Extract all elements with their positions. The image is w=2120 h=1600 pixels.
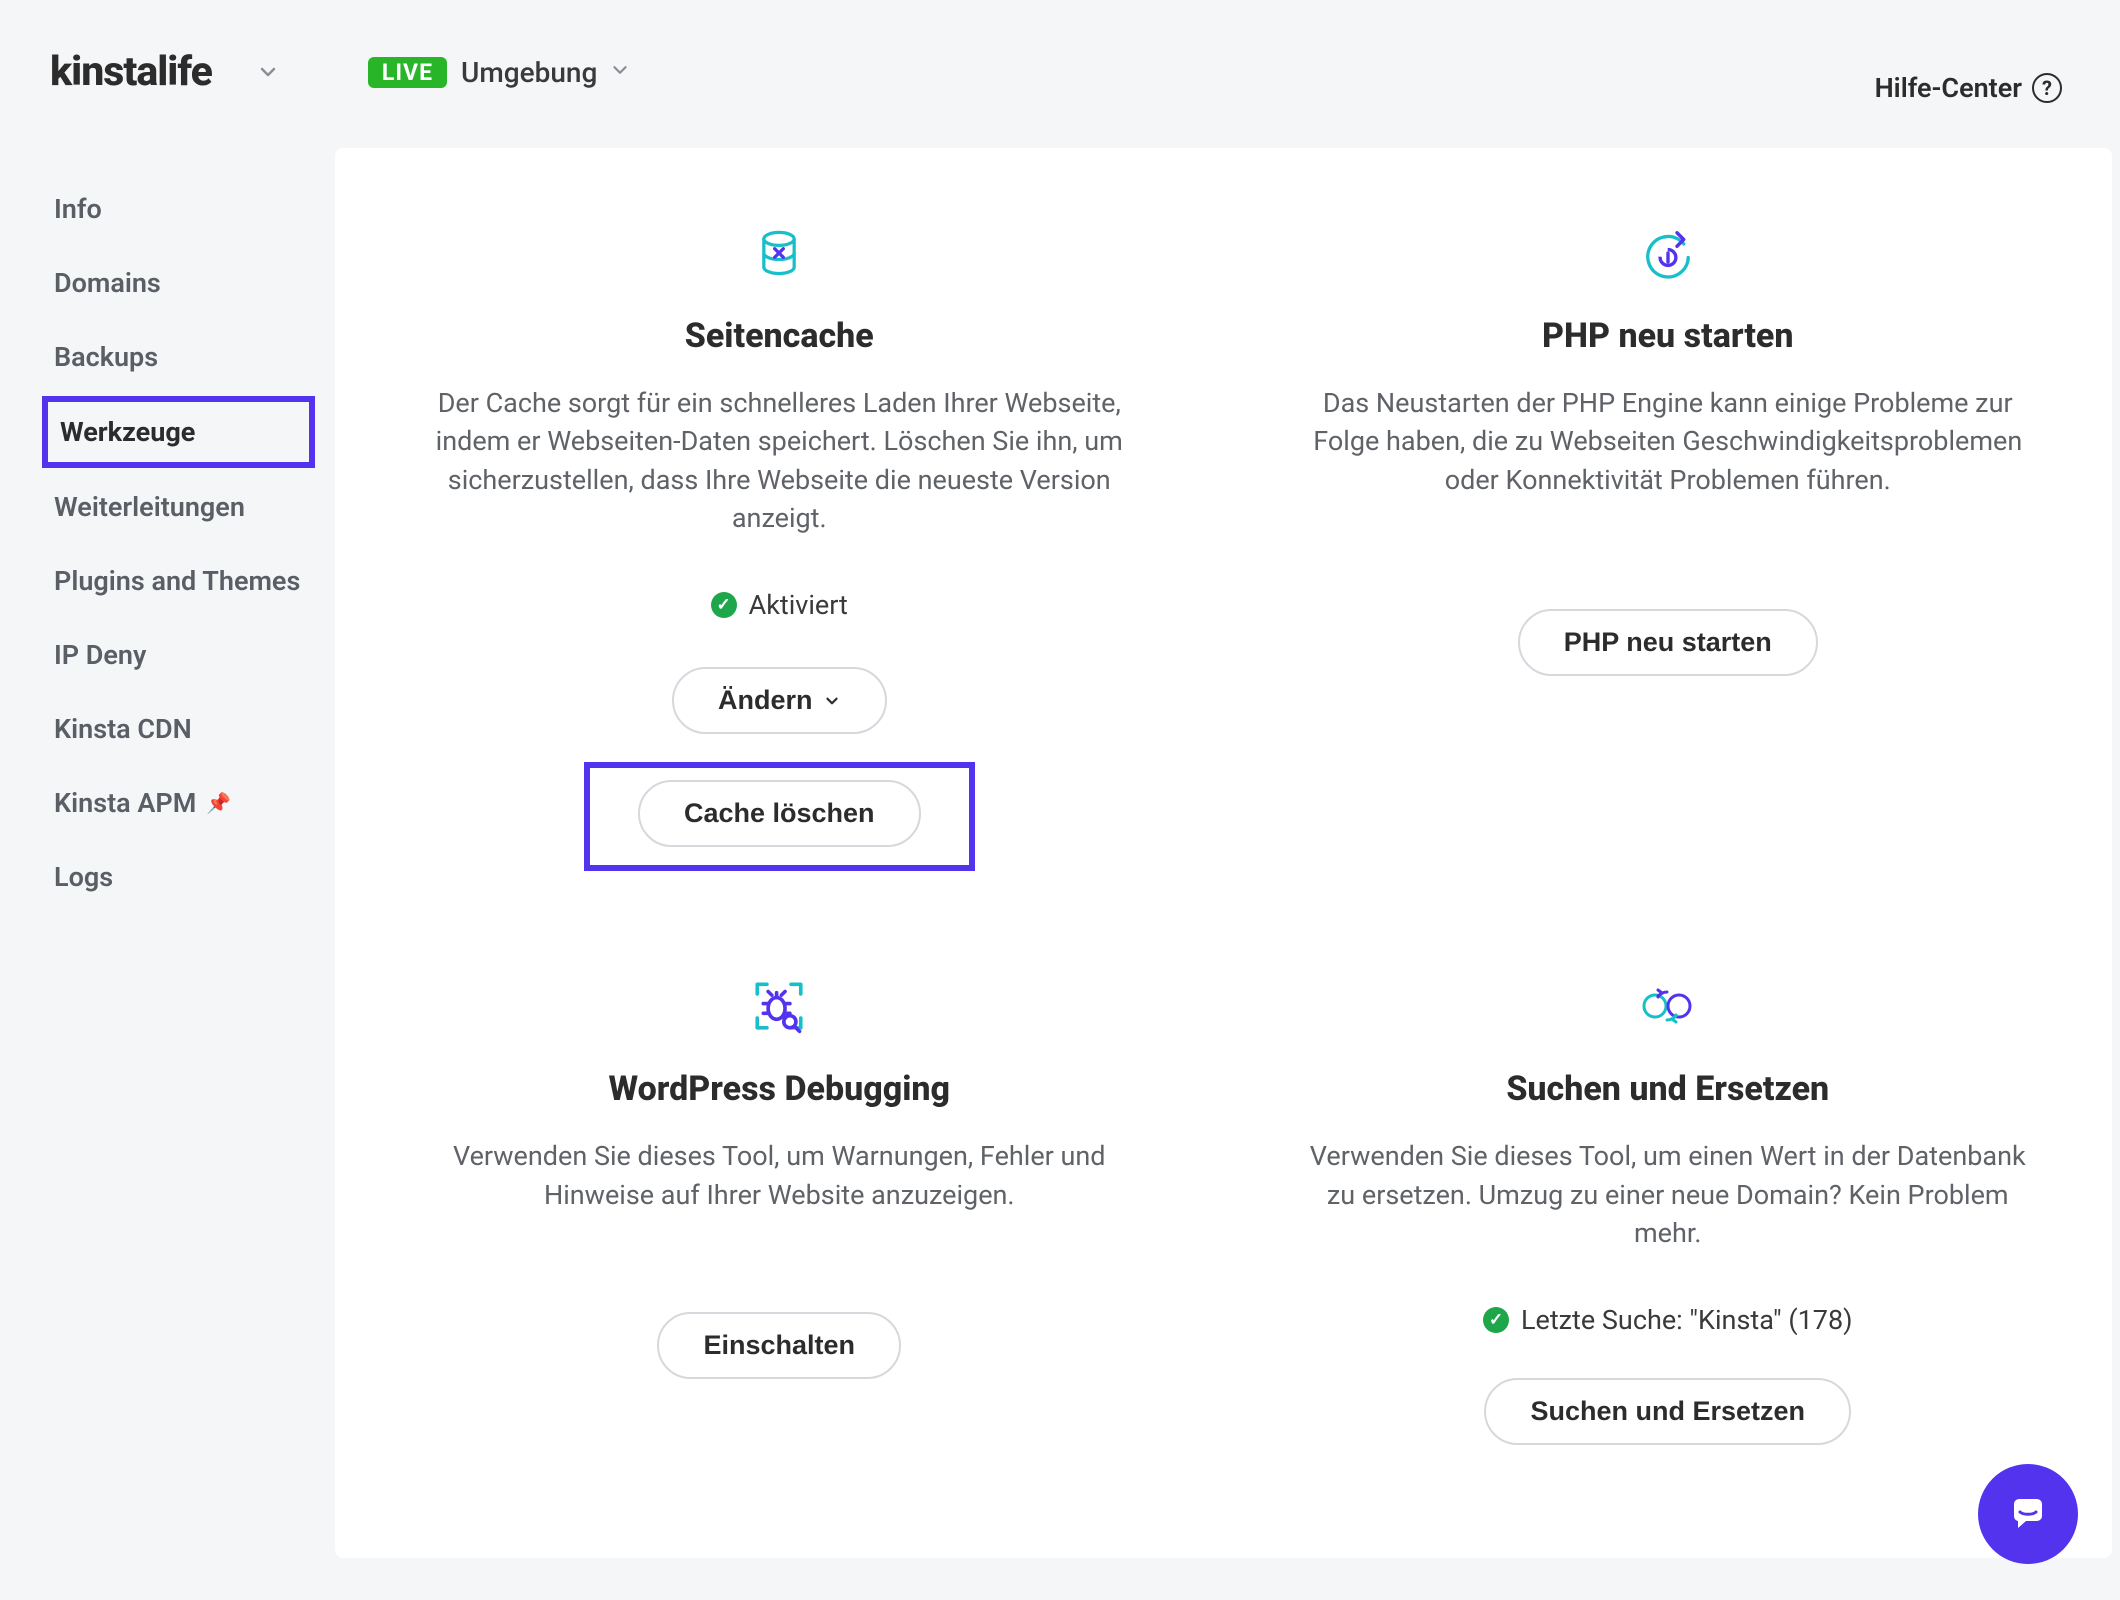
cache-icon [415,218,1144,288]
sidebar-item-tools[interactable]: Werkzeuge [42,396,315,468]
search-replace-icon [1304,971,2033,1041]
card-desc: Der Cache sorgt für ein schnelleres Lade… [415,384,1144,537]
site-cache-card: Seitencache Der Cache sorgt für ein schn… [335,218,1224,871]
button-label: Ändern [718,685,813,716]
help-center-link[interactable]: Hilfe-Center ? [1875,72,2062,104]
chevron-down-icon [609,59,631,85]
chevron-down-icon [256,60,280,84]
wp-debug-card: WordPress Debugging Verwenden Sie dieses… [335,971,1224,1445]
sidebar-item-plugins-themes[interactable]: Plugins and Themes [42,546,315,616]
card-title: WordPress Debugging [415,1069,1144,1109]
php-restart-button[interactable]: PHP neu starten [1518,609,1818,676]
change-button[interactable]: Ändern [672,667,887,734]
chat-widget[interactable] [1978,1464,2078,1564]
main-panel: Seitencache Der Cache sorgt für ein schn… [335,148,2112,1558]
sidebar-item-logs[interactable]: Logs [42,842,315,912]
cache-status: Aktiviert [749,589,848,621]
sidebar-item-redirects[interactable]: Weiterleitungen [42,472,315,542]
debug-icon [415,971,1144,1041]
enable-debug-button[interactable]: Einschalten [657,1312,901,1379]
sidebar-item-ip-deny[interactable]: IP Deny [42,620,315,690]
clear-cache-highlight: Cache löschen [584,762,975,871]
help-center-label: Hilfe-Center [1875,72,2022,104]
search-replace-button[interactable]: Suchen und Ersetzen [1484,1378,1851,1445]
card-title: PHP neu starten [1304,316,2033,356]
clear-cache-button[interactable]: Cache löschen [638,780,921,847]
chevron-down-icon [823,692,841,710]
sidebar-item-backups[interactable]: Backups [42,322,315,392]
question-icon: ? [2032,73,2062,103]
check-icon: ✓ [711,592,737,618]
sidebar-item-apm[interactable]: Kinsta APM 📌 [42,768,315,838]
search-replace-card: Suchen und Ersetzen Verwenden Sie dieses… [1224,971,2113,1445]
sidebar-item-label: Kinsta APM [54,787,196,819]
site-switcher[interactable] [248,52,288,92]
sidebar-item-cdn[interactable]: Kinsta CDN [42,694,315,764]
restart-icon [1304,218,2033,288]
card-desc: Verwenden Sie dieses Tool, um Warnungen,… [415,1137,1144,1214]
environment-label: Umgebung [461,56,597,89]
php-restart-card: PHP neu starten Das Neustarten der PHP E… [1224,218,2113,871]
environment-switcher[interactable]: LIVE Umgebung [368,56,632,89]
last-search-status: Letzte Suche: "Kinsta" (178) [1521,1304,1853,1336]
sidebar-item-info[interactable]: Info [42,174,315,244]
check-icon: ✓ [1483,1307,1509,1333]
card-title: Seitencache [415,316,1144,356]
pin-icon: 📌 [206,791,231,815]
card-desc: Das Neustarten der PHP Engine kann einig… [1304,384,2033,499]
sidebar: Info Domains Backups Werkzeuge Weiterlei… [0,144,335,916]
live-badge: LIVE [368,57,447,88]
card-title: Suchen und Ersetzen [1304,1069,2033,1109]
card-desc: Verwenden Sie dieses Tool, um einen Wert… [1304,1137,2033,1252]
site-title: kinstalife [50,48,230,96]
chat-icon [2004,1490,2052,1538]
sidebar-item-domains[interactable]: Domains [42,248,315,318]
